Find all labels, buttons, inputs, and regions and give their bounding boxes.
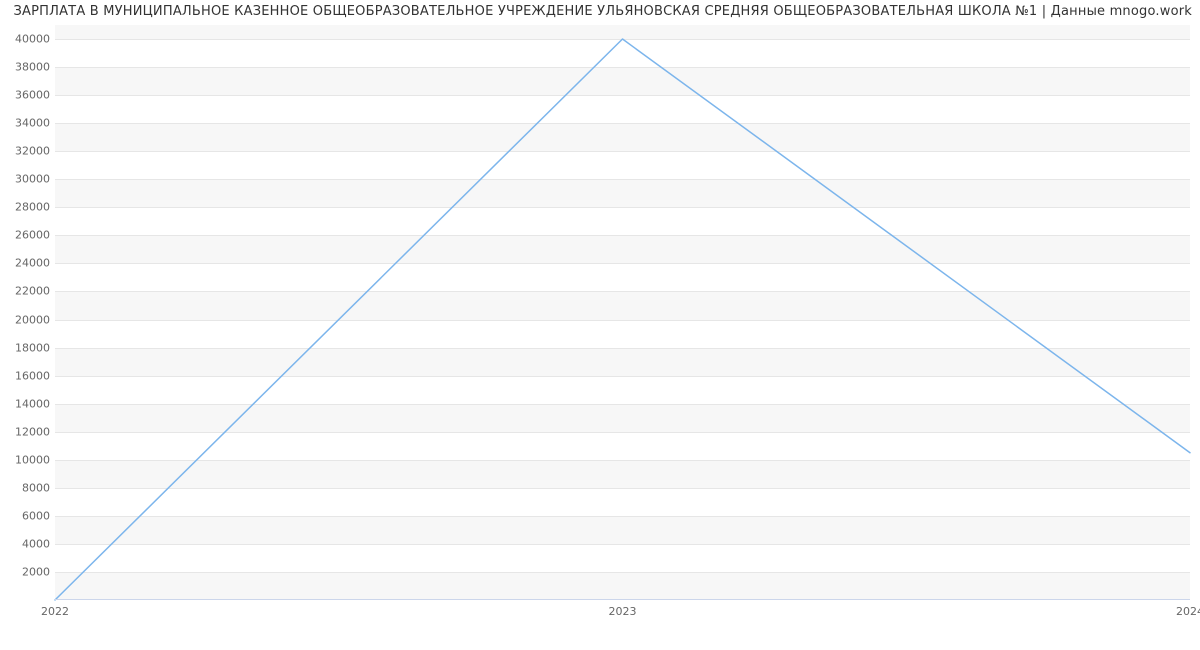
y-tick-label: 36000	[0, 89, 50, 102]
y-tick-label: 20000	[0, 313, 50, 326]
chart-title: ЗАРПЛАТА В МУНИЦИПАЛЬНОЕ КАЗЕННОЕ ОБЩЕОБ…	[0, 4, 1200, 19]
y-tick-label: 28000	[0, 201, 50, 214]
y-tick-label: 18000	[0, 341, 50, 354]
y-tick-label: 10000	[0, 453, 50, 466]
y-tick-label: 26000	[0, 229, 50, 242]
salary-line-chart: ЗАРПЛАТА В МУНИЦИПАЛЬНОЕ КАЗЕННОЕ ОБЩЕОБ…	[0, 0, 1200, 650]
plot-area	[55, 25, 1190, 600]
y-tick-label: 16000	[0, 369, 50, 382]
y-tick-label: 4000	[0, 537, 50, 550]
x-tick-label: 2023	[609, 605, 637, 618]
y-tick-label: 30000	[0, 173, 50, 186]
y-tick-label: 2000	[0, 565, 50, 578]
y-tick-label: 24000	[0, 257, 50, 270]
series-path	[55, 39, 1190, 600]
x-tick-label: 2022	[41, 605, 69, 618]
y-tick-label: 6000	[0, 509, 50, 522]
y-tick-label: 40000	[0, 33, 50, 46]
y-tick-label: 8000	[0, 481, 50, 494]
y-tick-label: 34000	[0, 117, 50, 130]
y-tick-label: 32000	[0, 145, 50, 158]
line-series	[55, 25, 1190, 600]
x-tick-label: 2024	[1176, 605, 1200, 618]
y-tick-label: 22000	[0, 285, 50, 298]
y-tick-label: 14000	[0, 397, 50, 410]
y-tick-label: 12000	[0, 425, 50, 438]
x-axis-line	[55, 599, 1190, 600]
y-tick-label: 38000	[0, 61, 50, 74]
